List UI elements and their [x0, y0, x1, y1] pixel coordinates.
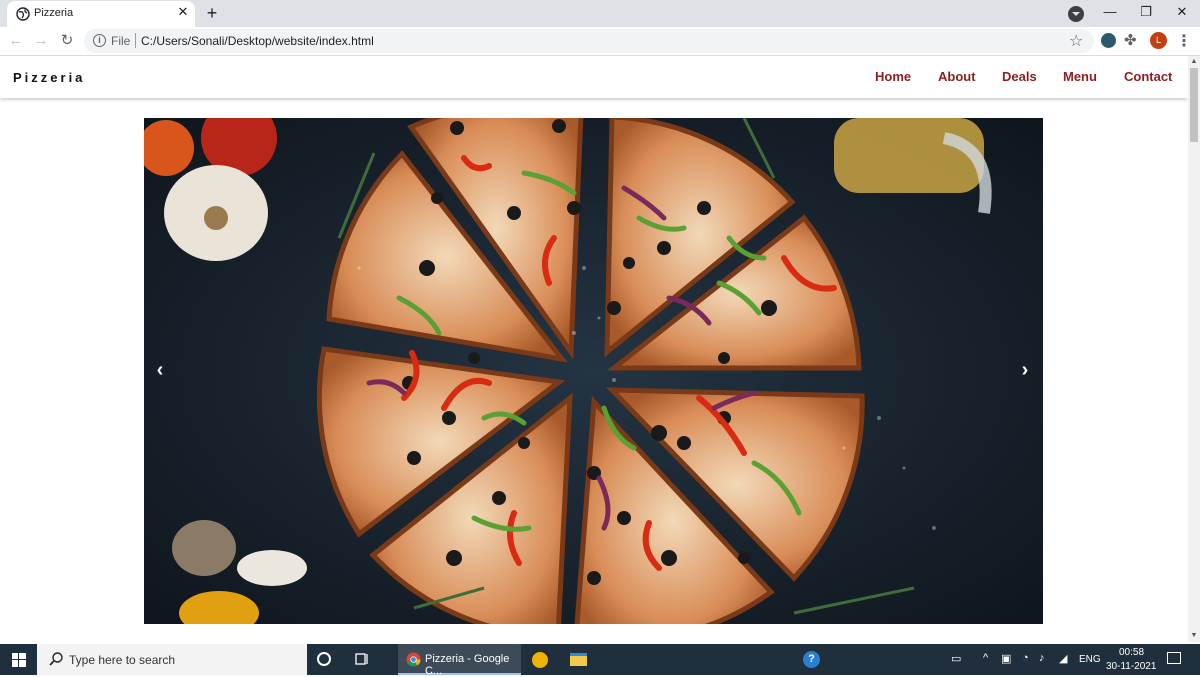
web-page: Pizzeria Home About Deals Menu Contact ‹…	[0, 56, 1188, 642]
windows-taskbar: Type here to search Pizzeria - Google C.…	[0, 644, 1200, 677]
network-icon[interactable]: ◢	[1059, 652, 1067, 665]
info-icon[interactable]: i	[93, 34, 106, 47]
carousel-next-button[interactable]: ›	[1015, 358, 1035, 382]
maximize-button[interactable]: ❐	[1136, 3, 1156, 23]
nav-link-contact[interactable]: Contact	[1124, 69, 1172, 84]
carousel-prev-button[interactable]: ‹	[150, 358, 170, 382]
volume-icon[interactable]: ♪	[1039, 652, 1045, 664]
cortana-icon[interactable]	[317, 652, 331, 666]
chevron-up-icon[interactable]: ^	[983, 652, 988, 664]
tab-title: Pizzeria	[34, 7, 74, 19]
browser-tab[interactable]: Pizzeria ✕	[7, 1, 195, 27]
clock-time[interactable]: 00:58	[1119, 647, 1144, 658]
scrollbar-thumb[interactable]	[1190, 68, 1198, 142]
site-navbar: Pizzeria Home About Deals Menu Contact	[0, 56, 1188, 98]
forward-arrow-icon[interactable]: →	[31, 31, 51, 51]
url-divider	[135, 33, 136, 48]
scroll-up-arrow-icon[interactable]: ▲	[1188, 58, 1200, 66]
back-arrow-icon[interactable]: ←	[6, 31, 26, 51]
app-icon[interactable]	[532, 652, 548, 668]
hero-carousel: ‹ ›	[144, 118, 1043, 624]
clock-date[interactable]: 30-11-2021	[1106, 661, 1156, 672]
address-bar[interactable]: i File C:/Users/Sonali/Desktop/website/i…	[84, 29, 1094, 53]
new-tab-button[interactable]: +	[203, 4, 221, 22]
tab-search-icon[interactable]	[1068, 6, 1084, 22]
windows-logo-icon	[12, 653, 26, 667]
nav-link-home[interactable]: Home	[875, 69, 911, 84]
tray-keyboard-icon[interactable]: ▭	[951, 652, 961, 665]
start-button[interactable]	[0, 644, 37, 675]
reload-icon[interactable]: ↻	[57, 31, 77, 51]
close-tab-icon[interactable]: ✕	[175, 4, 191, 20]
extension-icon[interactable]	[1101, 33, 1116, 48]
taskbar-chrome-label: Pizzeria - Google C...	[425, 653, 510, 677]
site-brand[interactable]: Pizzeria	[13, 70, 85, 85]
help-icon[interactable]: ?	[803, 651, 820, 668]
browser-tab-strip: Pizzeria ✕ + — ❐ ✕	[0, 0, 1200, 27]
search-icon	[49, 652, 63, 666]
minimize-button[interactable]: —	[1100, 3, 1120, 23]
language-indicator[interactable]: ENG	[1079, 654, 1101, 665]
nav-link-about[interactable]: About	[938, 69, 976, 84]
chrome-icon	[406, 652, 421, 667]
file-explorer-icon[interactable]	[570, 653, 587, 666]
close-window-button[interactable]: ✕	[1172, 3, 1192, 23]
bookmark-star-icon[interactable]: ☆	[1069, 31, 1083, 51]
pizza-photo	[144, 118, 1043, 624]
globe-icon	[16, 7, 30, 21]
browser-toolbar: ← → ↻ i File C:/Users/Sonali/Desktop/web…	[0, 27, 1200, 56]
nav-link-menu[interactable]: Menu	[1063, 69, 1097, 84]
profile-avatar[interactable]: L	[1150, 32, 1167, 49]
taskbar-search-box[interactable]: Type here to search	[37, 644, 307, 675]
url-scheme: File	[111, 34, 131, 48]
notification-icon[interactable]	[1167, 652, 1181, 664]
puzzle-extensions-icon[interactable]: ✤	[1124, 31, 1137, 49]
menu-kebab-icon[interactable]: ⋮	[1176, 31, 1192, 51]
tray-device-icon[interactable]: ▣	[1001, 652, 1011, 665]
task-view-icon[interactable]	[355, 652, 370, 666]
wifi-icon[interactable]: ◔	[1022, 652, 1029, 664]
taskbar-chrome-app[interactable]: Pizzeria - Google C...	[398, 644, 521, 677]
search-placeholder: Type here to search	[69, 653, 176, 667]
nav-link-deals[interactable]: Deals	[1002, 69, 1037, 84]
url-text[interactable]: C:/Users/Sonali/Desktop/website/index.ht…	[141, 34, 374, 48]
scroll-down-arrow-icon[interactable]: ▼	[1188, 632, 1200, 640]
page-scrollbar[interactable]	[1188, 56, 1200, 642]
